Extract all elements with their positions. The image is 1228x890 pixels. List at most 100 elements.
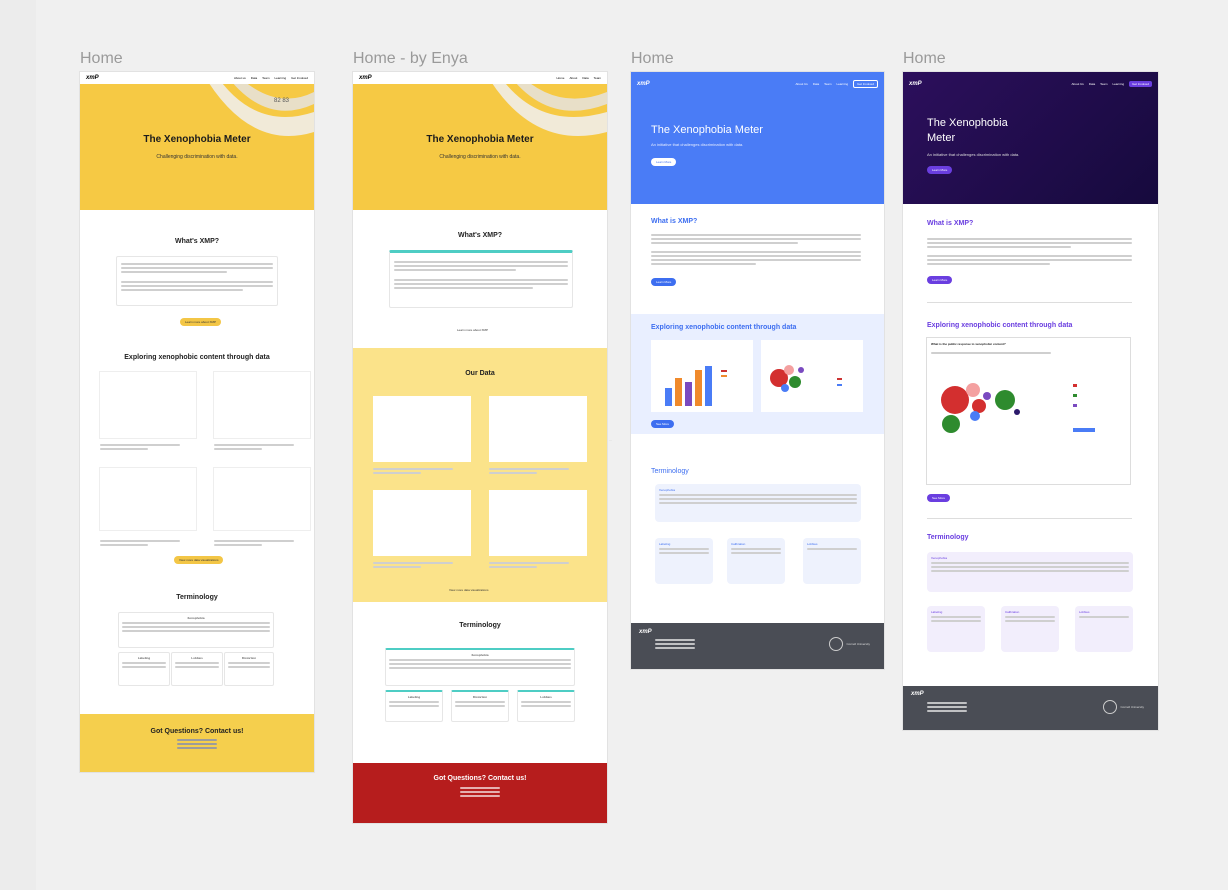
term-card-2-title: Distortion (472, 695, 488, 699)
about-title: What's XMP? (457, 232, 503, 239)
frame-home-purple[interactable]: xmP About Us Data Team Learning Get Invo… (903, 72, 1158, 730)
nav-link-team[interactable]: Team (1100, 82, 1107, 86)
divider-2 (927, 518, 1132, 519)
chart-placeholder-4 (214, 468, 310, 530)
nav-link-home[interactable]: Home (556, 76, 564, 80)
explore-section: Exploring xenophobic content through dat… (631, 314, 884, 434)
chart-placeholder-3 (100, 468, 196, 530)
hero-button[interactable]: Learn More (927, 166, 953, 174)
term-card-main: Xenophobia (118, 612, 274, 648)
term-card-1-title: Labeling (659, 542, 671, 546)
explore-title: Exploring xenophobic content through dat… (124, 354, 270, 361)
data-placeholder-4 (489, 490, 587, 556)
footer-org: Cornell University (846, 642, 870, 646)
hero-title: The Xenophobia Meter (143, 134, 251, 145)
about-button[interactable]: Learn More (651, 278, 677, 286)
footer: xmP Cornell University (903, 686, 1158, 730)
term-card-1: Labeling (385, 690, 443, 722)
logo[interactable]: xmP (909, 81, 922, 87)
explore-title: Exploring xenophobic content through dat… (927, 322, 1073, 329)
cornell-seal-icon (1103, 700, 1118, 714)
terminology-title: Terminology (927, 534, 969, 541)
term-card-main-title: Xenophobia (471, 653, 489, 657)
nav-bar: xmP Home About Data Team (353, 72, 607, 84)
nav-link-team[interactable]: Team (824, 82, 831, 86)
term-card-2-title: Lobbies (191, 656, 203, 660)
term-card-3-title: Lobbies (807, 542, 818, 546)
nav-link-team[interactable]: Team (262, 76, 269, 80)
term-card-2: Calibration (727, 538, 785, 584)
data-link[interactable]: View more data visualizations (449, 588, 488, 592)
explore-title: Exploring xenophobic content through dat… (651, 324, 797, 331)
term-card-1: Labeling (927, 606, 985, 652)
nav-link-about[interactable]: About us (234, 76, 246, 80)
hero-section: xmP Home About Data Team The Xenophobia … (353, 72, 607, 210)
hero-subtitle: An initiative that challenges discrimina… (651, 142, 744, 147)
nav-link-about[interactable]: About Us (1071, 82, 1083, 86)
about-link[interactable]: Learn more about XMP (457, 328, 488, 332)
term-card-3: Lobbies (1075, 606, 1133, 652)
about-button[interactable]: Learn More (927, 276, 953, 284)
nav-link-about[interactable]: About (569, 76, 577, 80)
hero-subtitle: Challenging discrimination with data. (439, 154, 521, 160)
term-card-main: Xenophobia (927, 552, 1133, 592)
term-card-2-title: Calibration (1005, 610, 1020, 614)
nav-link-learning[interactable]: Learning (274, 76, 286, 80)
data-placeholder-3 (373, 490, 471, 556)
bubble-chart-thumbnail (761, 340, 863, 412)
nav-link-data[interactable]: Data (813, 82, 819, 86)
term-card-1: Labeling (118, 652, 170, 686)
term-card-3-title: Distortion (241, 656, 257, 660)
frame-home-yellow[interactable]: 82 83 xmP About us Data Team Learning Ge… (80, 72, 314, 772)
about-button[interactable]: Learn more about XMP (180, 318, 222, 326)
nav-link-data[interactable]: Data (582, 76, 588, 80)
logo[interactable]: xmP (637, 81, 650, 87)
nav-link-about[interactable]: About Us (795, 82, 807, 86)
footer-logo: xmP (911, 691, 924, 697)
divider (927, 302, 1132, 303)
frame-home-blue[interactable]: xmP About Us Data Team Learning Get Invo… (631, 72, 884, 669)
bubble-chart-graphic (770, 365, 842, 392)
hero-section: 82 83 xmP About us Data Team Learning Ge… (80, 72, 314, 210)
hero-button[interactable]: Learn More (651, 158, 677, 166)
footer-org: Cornell University (1120, 705, 1144, 709)
terminology-title: Terminology (651, 468, 689, 475)
term-card-main-title: Xenophobia (187, 616, 205, 620)
term-card-main: Xenophobia (385, 648, 575, 686)
explore-button[interactable]: See More (927, 494, 951, 502)
bubble-chart-card: What is the public response to xenophobi… (927, 338, 1130, 484)
nav-link-data[interactable]: Data (1089, 82, 1095, 86)
term-card-3: Lobbies (517, 690, 575, 722)
explore-button[interactable]: View more data visualizations (174, 556, 224, 564)
logo[interactable]: xmP (359, 75, 372, 81)
about-title: What is XMP? (651, 218, 698, 225)
terminology-title: Terminology (176, 594, 218, 601)
about-title: What is XMP? (927, 220, 974, 227)
nav-cta-get-involved[interactable]: Get Involved (1129, 81, 1152, 87)
nav-link-learning[interactable]: Learning (836, 82, 848, 86)
nav-cta-get-involved[interactable]: Get Involved (853, 80, 878, 88)
explore-button[interactable]: See More (651, 420, 675, 428)
connector-dots: ··· (609, 438, 612, 442)
nav-link-learning[interactable]: Learning (1112, 82, 1124, 86)
hero-title: The Xenophobia Meter (927, 117, 1008, 144)
term-card-main-title: Xenophobia (931, 556, 948, 560)
data-placeholder-2 (489, 396, 587, 462)
term-card-1-title: Labeling (137, 656, 151, 660)
frame-home-by-enya[interactable]: xmP Home About Data Team The Xenophobia … (353, 72, 607, 823)
term-card-main-title: Xenophobia (659, 488, 676, 492)
nav-link-data[interactable]: Data (251, 76, 257, 80)
hero-title: The Xenophobia Meter (651, 124, 763, 136)
nav-link-team[interactable]: Team (594, 76, 601, 80)
about-card (116, 256, 278, 306)
term-card-3-title: Lobbies (540, 695, 552, 699)
term-card-1: Labeling (655, 538, 713, 584)
hero-section: xmP About Us Data Team Learning Get Invo… (631, 72, 884, 204)
nav-link-get-involved[interactable]: Get Involved (291, 76, 308, 80)
chart-placeholder-1 (100, 372, 196, 438)
data-title: Our Data (465, 370, 495, 377)
logo[interactable]: xmP (86, 75, 99, 81)
footer: xmP Cornell University (631, 623, 884, 669)
footer-title: Got Questions? Contact us! (433, 775, 527, 782)
frame-label-1: Home (80, 50, 123, 67)
